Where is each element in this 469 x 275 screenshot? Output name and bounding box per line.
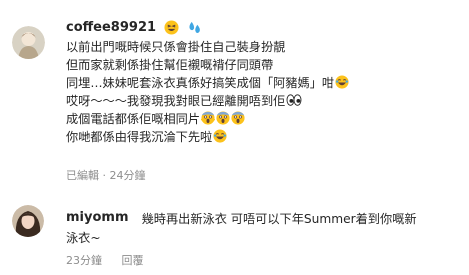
screaming-emoji-icon [216,111,230,125]
laughing-emoji-icon [335,75,349,89]
comment-text-line: 但而家就剩係掛住幫佢襯嘅褙仔同頭帶 [66,58,274,73]
comment-text-line: 哎呀～～～我發現我對眼已經離開唔到佢 [66,92,461,110]
comment-text-line: 同埋…妹妹呢套泳衣真係好搞笑成個「阿豬媽」咁 [66,74,461,92]
avatar[interactable] [12,26,45,59]
screaming-emoji-icon [231,111,245,125]
laughing-emoji-icon [213,129,227,144]
sweat-droplets-emoji-icon [189,21,201,33]
comment-text-line: 成個電話都係佢嘅相同片 [66,110,461,128]
eyes-emoji-icon [286,94,302,106]
comment-text: 幾時再出新泳衣 可唔可以下年Summer着到你嘅新 [141,211,417,226]
comment-item: coffee89921 以前出門嘅時候只係會掛住自己裝身扮靚 但而家就剩係掛住幫… [0,0,469,195]
comment-text-line: 你哋都係由得我沉淪下先啦 [66,128,461,146]
comment-text-line: 以前出門嘅時候只係會掛住自己裝身扮靚 [66,40,286,54]
comment-timestamp[interactable]: 23分鐘 [66,254,102,267]
avatar[interactable] [12,205,44,237]
username[interactable]: miyomm [66,210,129,225]
comment-meta: 23分鐘 回覆 [66,252,144,268]
comment-text-continued: 泳衣~ [66,230,101,245]
screaming-emoji-icon [201,111,216,125]
comment-timestamp[interactable]: 24分鐘 [110,169,146,182]
username[interactable]: coffee89921 [66,20,156,35]
meta-separator: · [102,169,110,182]
grinning-squinting-emoji-icon [164,20,179,35]
comment-item: miyomm 幾時再出新泳衣 可唔可以下年Summer着到你嘅新 泳衣~ 23分… [0,195,469,275]
comment-meta: 已編輯 · 24分鐘 [66,167,146,183]
reply-button[interactable]: 回覆 [122,254,144,267]
edited-label: 已編輯 [66,169,99,182]
